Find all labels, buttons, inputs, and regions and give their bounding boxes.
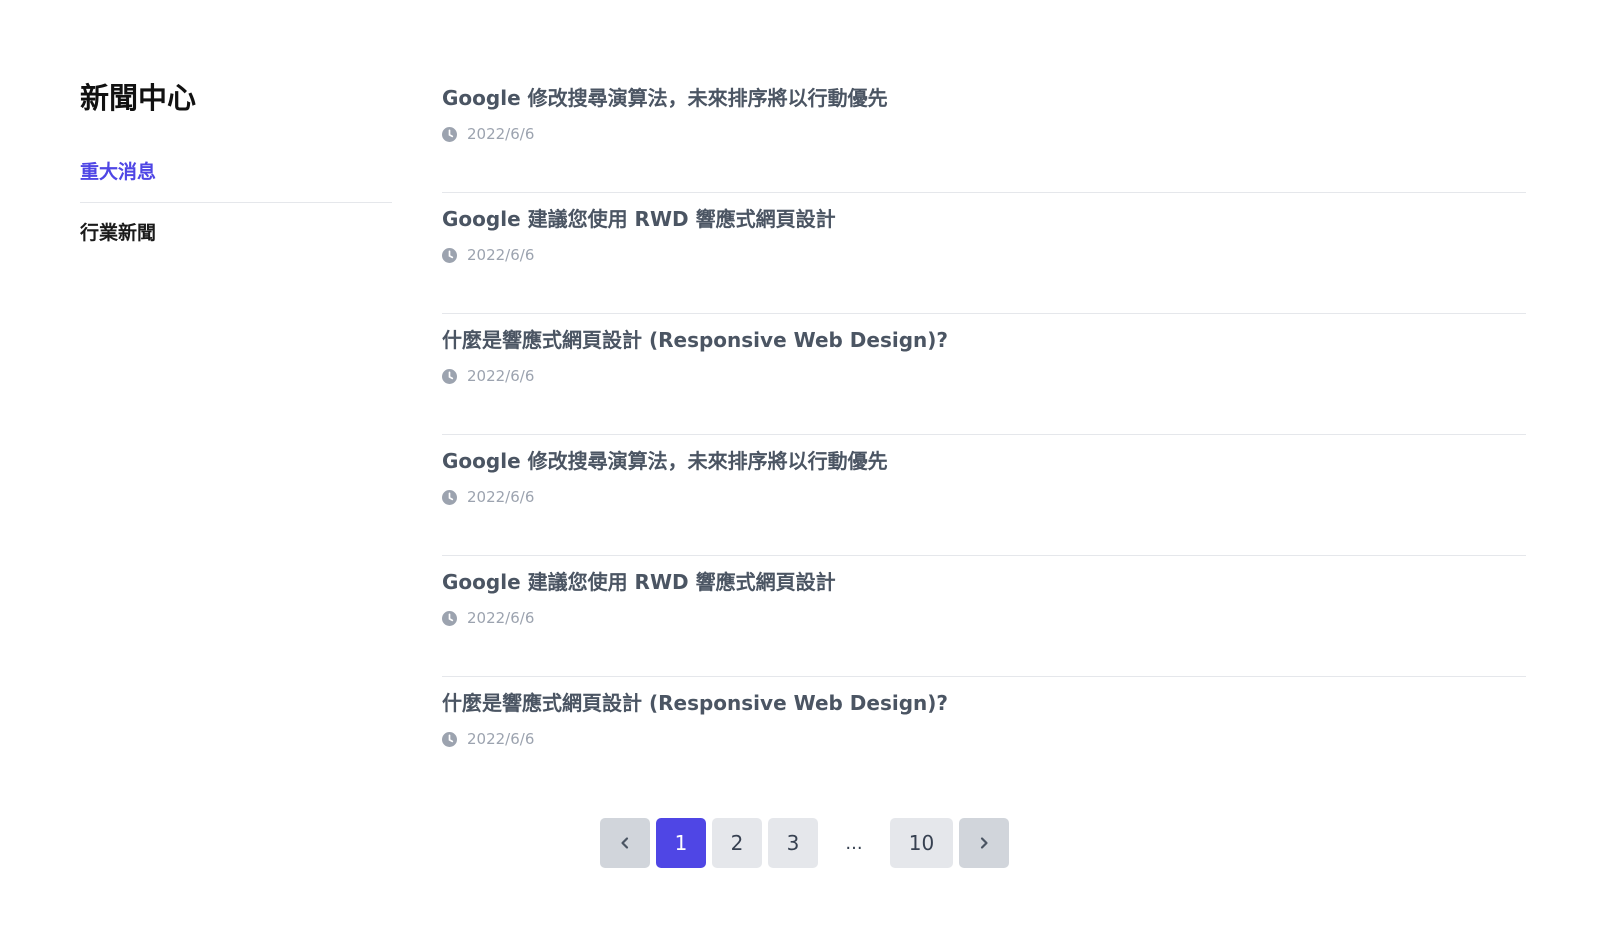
- pagination: 1 2 3 ... 10: [600, 818, 1015, 868]
- news-date: 2022/6/6: [467, 246, 535, 264]
- sidebar-item-major-news[interactable]: 重大消息: [80, 158, 392, 202]
- news-meta: 2022/6/6: [442, 607, 1526, 629]
- news-meta: 2022/6/6: [442, 486, 1526, 508]
- clock-icon: [442, 610, 457, 626]
- list-item: 什麼是響應式網頁設計 (Responsive Web Design)? 2022…: [442, 677, 1526, 798]
- news-meta: 2022/6/6: [442, 123, 1526, 145]
- clock-icon: [442, 368, 457, 384]
- news-title-link[interactable]: 什麼是響應式網頁設計 (Responsive Web Design)?: [442, 689, 1526, 717]
- news-date: 2022/6/6: [467, 125, 535, 143]
- news-date: 2022/6/6: [467, 367, 535, 385]
- clock-icon: [442, 126, 457, 142]
- sidebar: 新聞中心 重大消息 行業新聞: [80, 70, 392, 263]
- news-meta: 2022/6/6: [442, 244, 1526, 266]
- list-item: Google 修改搜尋演算法，未來排序將以行動優先 2022/6/6: [442, 435, 1526, 556]
- news-date: 2022/6/6: [467, 488, 535, 506]
- news-title-link[interactable]: Google 修改搜尋演算法，未來排序將以行動優先: [442, 447, 1526, 475]
- clock-icon: [442, 247, 457, 263]
- list-item: Google 建議您使用 RWD 響應式網頁設計 2022/6/6: [442, 556, 1526, 677]
- list-item: 什麼是響應式網頁設計 (Responsive Web Design)? 2022…: [442, 314, 1526, 435]
- page-title: 新聞中心: [80, 81, 197, 115]
- page-button-last[interactable]: 10: [890, 818, 953, 868]
- pagination-ellipsis: ...: [845, 832, 863, 854]
- news-title-link[interactable]: 什麼是響應式網頁設計 (Responsive Web Design)?: [442, 326, 1526, 354]
- next-page-button[interactable]: [959, 818, 1009, 868]
- list-item: Google 修改搜尋演算法，未來排序將以行動優先 2022/6/6: [442, 72, 1526, 193]
- list-item: Google 建議您使用 RWD 響應式網頁設計 2022/6/6: [442, 193, 1526, 314]
- news-meta: 2022/6/6: [442, 728, 1526, 750]
- page-button-1[interactable]: 1: [656, 818, 706, 868]
- page-button-3[interactable]: 3: [768, 818, 818, 868]
- news-date: 2022/6/6: [467, 730, 535, 748]
- sidebar-nav: 重大消息 行業新聞: [80, 158, 392, 263]
- chevron-right-icon: [980, 837, 988, 849]
- clock-icon: [442, 731, 457, 747]
- clock-icon: [442, 489, 457, 505]
- chevron-left-icon: [621, 837, 629, 849]
- news-title-link[interactable]: Google 建議您使用 RWD 響應式網頁設計: [442, 205, 1526, 233]
- news-title-link[interactable]: Google 修改搜尋演算法，未來排序將以行動優先: [442, 84, 1526, 112]
- news-title-link[interactable]: Google 建議您使用 RWD 響應式網頁設計: [442, 568, 1526, 596]
- news-date: 2022/6/6: [467, 609, 535, 627]
- news-center-page: 新聞中心 重大消息 行業新聞 Google 修改搜尋演算法，未來排序將以行動優先…: [0, 0, 1600, 926]
- news-meta: 2022/6/6: [442, 365, 1526, 387]
- sidebar-item-industry-news[interactable]: 行業新聞: [80, 202, 392, 263]
- page-button-2[interactable]: 2: [712, 818, 762, 868]
- prev-page-button[interactable]: [600, 818, 650, 868]
- news-list: Google 修改搜尋演算法，未來排序將以行動優先 2022/6/6 Googl…: [442, 72, 1526, 798]
